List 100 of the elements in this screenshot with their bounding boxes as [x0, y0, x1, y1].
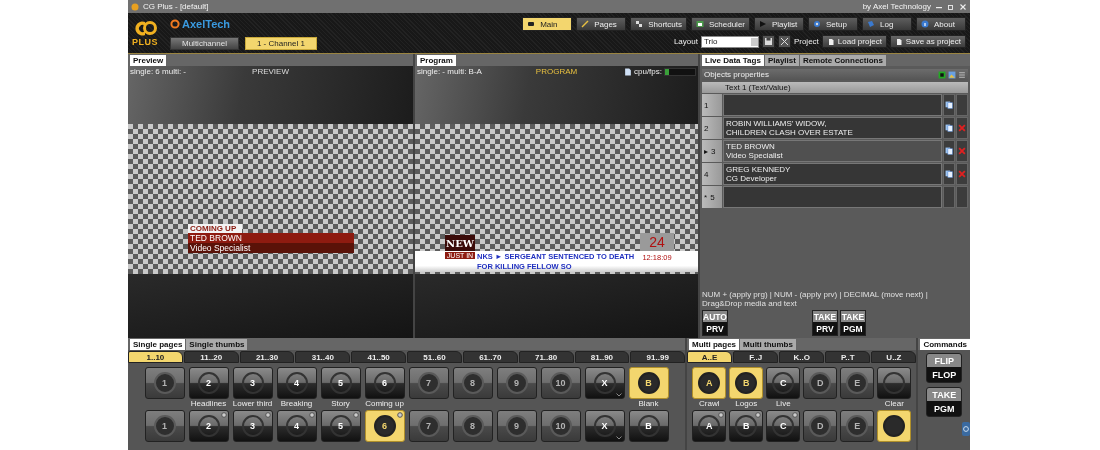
data-row[interactable]: * 5: [702, 186, 968, 208]
image-icon[interactable]: [948, 70, 956, 79]
range-tab[interactable]: 51..60: [407, 351, 462, 363]
page-button[interactable]: 5: [320, 367, 361, 399]
range-tab[interactable]: 21..30: [239, 351, 295, 363]
nav-button[interactable]: Scheduler: [690, 17, 750, 31]
range-tab[interactable]: 31..40: [295, 351, 351, 363]
page-button[interactable]: 10: [540, 367, 581, 399]
page-button[interactable]: X: [584, 367, 625, 399]
page-button[interactable]: 8: [452, 367, 493, 399]
range-tab[interactable]: A..E: [687, 351, 733, 363]
channel-tab[interactable]: Multichannel: [170, 37, 239, 50]
panel-tab[interactable]: Single pages: [130, 339, 186, 350]
page-button[interactable]: 2: [188, 367, 229, 399]
page-button[interactable]: 3: [232, 367, 273, 399]
range-tab[interactable]: 1..10: [128, 351, 183, 363]
page-button[interactable]: D: [803, 410, 838, 442]
range-tab[interactable]: P..T: [825, 351, 871, 363]
page-button[interactable]: A: [692, 410, 727, 442]
panel-tab[interactable]: Commands: [920, 339, 970, 350]
page-button[interactable]: C: [766, 410, 801, 442]
data-row[interactable]: ▸ 3 TED BROWN Video Specialist: [702, 140, 968, 162]
command-button[interactable]: FLIP FLOP: [926, 353, 963, 383]
copy-icon[interactable]: [945, 170, 953, 178]
copy-icon[interactable]: [945, 124, 953, 132]
page-button[interactable]: [877, 367, 912, 399]
nav-button[interactable]: About: [916, 17, 966, 31]
take-button[interactable]: TAKE PRV: [812, 310, 838, 336]
page-button[interactable]: X: [584, 410, 625, 442]
page-button[interactable]: 4: [276, 367, 317, 399]
panel-tab[interactable]: Preview: [130, 55, 167, 66]
page-button[interactable]: 6: [364, 410, 405, 442]
panel-tab[interactable]: Remote Connections: [799, 55, 886, 66]
text-field[interactable]: TED BROWN Video Specialist: [723, 140, 942, 162]
project-button[interactable]: Save as project: [889, 35, 966, 48]
page-button[interactable]: B: [729, 410, 764, 442]
panel-tab[interactable]: Multi thumbs: [740, 339, 796, 350]
range-tab[interactable]: 71..80: [518, 351, 574, 363]
text-field[interactable]: GREG KENNEDY CG Developer: [723, 163, 942, 185]
page-button[interactable]: 9: [496, 410, 537, 442]
page-button[interactable]: 5: [320, 410, 361, 442]
range-tab[interactable]: 91..99: [630, 351, 686, 363]
range-tab[interactable]: 11..20: [183, 351, 239, 363]
panel-tab[interactable]: Playlist: [764, 55, 799, 66]
channel-tab[interactable]: 1 - Channel 1: [244, 37, 317, 50]
page-button[interactable]: E: [840, 410, 875, 442]
page-button[interactable]: 3: [232, 410, 273, 442]
page-button[interactable]: B: [729, 367, 764, 399]
save-icon[interactable]: [761, 35, 775, 48]
page-button[interactable]: D: [803, 367, 838, 399]
page-button[interactable]: 1: [144, 410, 185, 442]
command-button[interactable]: TAKE PGM: [926, 387, 963, 417]
page-button[interactable]: 4: [276, 410, 317, 442]
range-tab[interactable]: U..Z: [871, 351, 917, 363]
menu-icon[interactable]: [958, 70, 966, 79]
page-button[interactable]: E: [840, 367, 875, 399]
panel-tab[interactable]: Live Data Tags: [702, 55, 764, 66]
project-button[interactable]: Load project: [821, 35, 887, 48]
nav-button[interactable]: Log: [862, 17, 912, 31]
panel-tab[interactable]: Multi pages: [689, 339, 740, 350]
data-row[interactable]: 1: [702, 94, 968, 116]
delete-icon[interactable]: [958, 170, 966, 178]
take-button[interactable]: TAKE PGM: [840, 310, 866, 336]
page-button[interactable]: 7: [408, 410, 449, 442]
nav-button[interactable]: Playlist: [754, 17, 804, 31]
panel-tab[interactable]: Program: [417, 55, 456, 66]
nav-button[interactable]: Shortcuts: [630, 17, 687, 31]
page-button[interactable]: B: [628, 367, 669, 399]
text-field[interactable]: ROBIN WILLIAMS' WIDOW, CHILDREN CLASH OVER ESTATE: [723, 117, 942, 139]
delete-icon[interactable]: [958, 124, 966, 132]
nav-button[interactable]: Setup: [808, 17, 858, 31]
page-button[interactable]: 9: [496, 367, 537, 399]
nav-button[interactable]: Main: [522, 17, 573, 31]
text-field[interactable]: [723, 186, 942, 208]
data-row[interactable]: 4 GREG KENNEDY CG Developer: [702, 163, 968, 185]
page-button[interactable]: C: [766, 367, 801, 399]
delete-icon[interactable]: [958, 147, 966, 155]
layout-select[interactable]: Trio: [700, 35, 759, 48]
copy-icon[interactable]: [945, 147, 953, 155]
copy-icon[interactable]: [945, 101, 953, 109]
range-tab[interactable]: K..O: [779, 351, 825, 363]
page-button[interactable]: B: [628, 410, 669, 442]
data-row[interactable]: 2 ROBIN WILLIAMS' WIDOW, CHILDREN CLASH OVER ESTATE: [702, 117, 968, 139]
page-button[interactable]: 10: [540, 410, 581, 442]
page-button[interactable]: A: [692, 367, 727, 399]
close-icon[interactable]: [959, 2, 967, 11]
side-handle-icon[interactable]: [962, 422, 970, 436]
page-button[interactable]: 8: [452, 410, 493, 442]
panel-tab[interactable]: Single thumbs: [186, 339, 248, 350]
page-button[interactable]: [877, 410, 912, 442]
text-field[interactable]: [723, 94, 942, 116]
range-tab[interactable]: F..J: [733, 351, 779, 363]
page-button[interactable]: 2: [188, 410, 229, 442]
page-button[interactable]: 6: [364, 367, 405, 399]
range-tab[interactable]: 61..70: [462, 351, 518, 363]
nav-button[interactable]: Pages: [576, 17, 627, 31]
auto-button[interactable]: AUTO PRV: [702, 310, 728, 336]
range-tab[interactable]: 41..50: [351, 351, 407, 363]
page-button[interactable]: 1: [144, 367, 185, 399]
screen-icon[interactable]: [938, 70, 946, 79]
